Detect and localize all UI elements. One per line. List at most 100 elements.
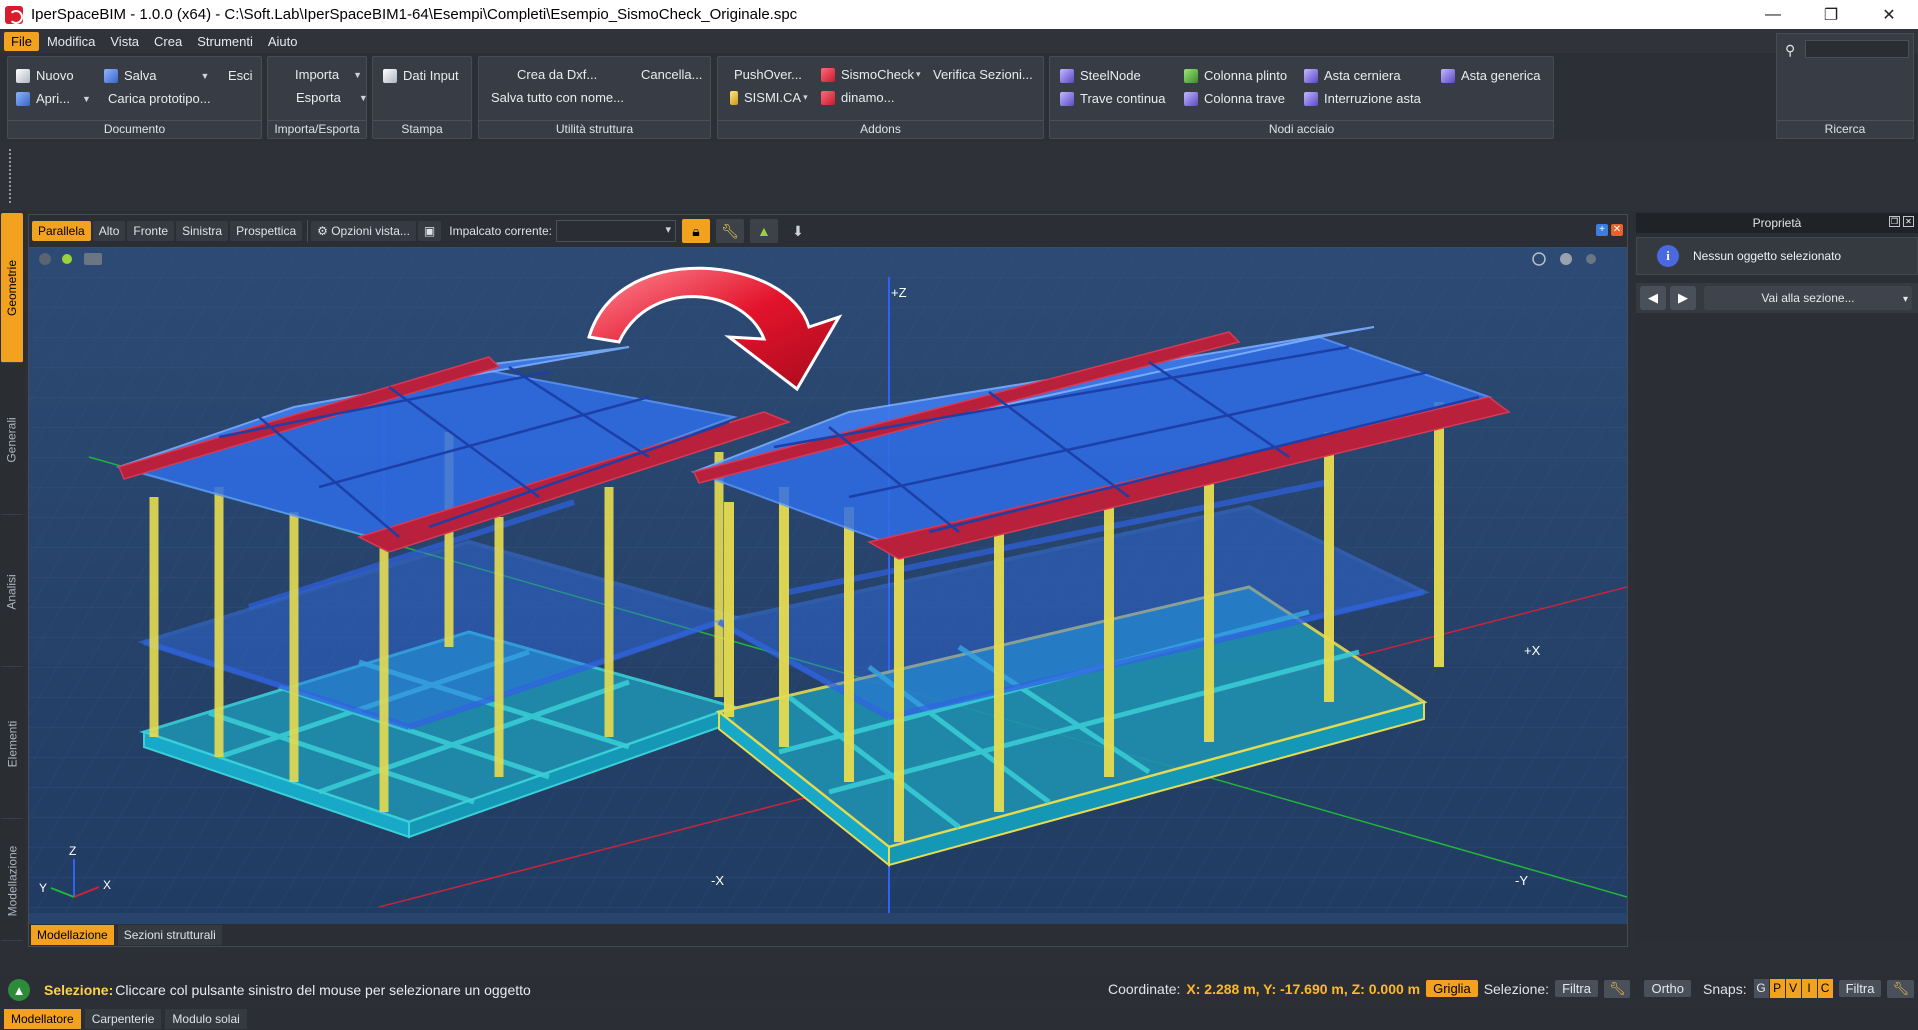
esci-button[interactable]: Esci <box>228 68 253 83</box>
ortho-button[interactable]: Ortho <box>1644 980 1691 997</box>
view-extra-button[interactable]: ▣ <box>417 221 442 241</box>
tab-generali[interactable]: Generali <box>1 365 23 515</box>
coordinate-label: Coordinate: <box>1108 980 1181 997</box>
mode-carpenterie[interactable]: Carpenterie <box>84 1008 162 1029</box>
orbit-view-icon[interactable] <box>1560 253 1572 265</box>
level-up-icon[interactable]: ▲ <box>749 219 778 243</box>
menu-aiuto[interactable]: Aiuto <box>261 32 305 51</box>
maximize-button[interactable]: ❐ <box>1802 0 1860 29</box>
tab-modellazione[interactable]: Modellazione <box>1 821 23 941</box>
zoom-view-icon[interactable] <box>1586 254 1596 264</box>
lock-icon[interactable]: 🔒︎ <box>681 219 710 243</box>
mode-modulo-solai[interactable]: Modulo solai <box>165 1008 247 1029</box>
snap-p-toggle[interactable]: P <box>1769 979 1785 998</box>
group-title-importa-esporta: Importa/Esporta <box>268 120 366 138</box>
search-input[interactable] <box>1805 40 1909 58</box>
snap-i-toggle[interactable]: I <box>1801 979 1817 998</box>
asta-cerniera-button[interactable]: Asta cerniera <box>1304 68 1401 83</box>
back-arrow-icon[interactable]: ◀ <box>1640 286 1666 310</box>
cancella-button[interactable]: Cancella... <box>641 67 702 82</box>
trave-continua-button[interactable]: Trave continua <box>1060 91 1166 106</box>
toolbar-grip[interactable] <box>8 148 12 204</box>
tab-analisi[interactable]: Analisi <box>1 517 23 667</box>
view-alto-button[interactable]: Alto <box>92 221 126 241</box>
griglia-button[interactable]: Griglia <box>1426 980 1478 997</box>
add-view-icon[interactable]: + <box>1596 224 1608 236</box>
close-panel-icon[interactable]: ✕ <box>1903 216 1914 227</box>
impalcato-label: Impalcato corrente: <box>449 224 552 238</box>
salva-tutto-button[interactable]: Salva tutto con nome... <box>491 90 624 105</box>
close-button[interactable]: ✕ <box>1860 0 1918 29</box>
opzioni-vista-button[interactable]: ⚙ Opzioni vista... <box>311 221 416 241</box>
colonna-plinto-button[interactable]: Colonna plinto <box>1184 68 1287 83</box>
salva-button[interactable]: Salva ▼ <box>104 68 209 83</box>
mode-modellatore[interactable]: Modellatore <box>4 1008 81 1029</box>
asta-generica-button[interactable]: Asta generica <box>1441 68 1541 83</box>
sismocheck-button[interactable]: SismoCheck ▾ <box>821 67 921 82</box>
menu-file[interactable]: File <box>4 31 39 51</box>
esporta-button[interactable]: Esporta ▼ <box>296 90 368 105</box>
colonna-trave-label: Colonna trave <box>1204 91 1285 106</box>
snap-c-toggle[interactable]: C <box>1817 979 1833 998</box>
importa-label: Importa <box>295 67 340 82</box>
forward-arrow-icon[interactable]: ▶ <box>1670 286 1696 310</box>
dati-input-button[interactable]: Dati Input <box>383 68 459 83</box>
float-panel-icon[interactable]: ❐ <box>1889 216 1900 227</box>
apri-button[interactable]: Apri... ▼ <box>16 91 91 106</box>
apri-dropdown-icon[interactable]: ▼ <box>82 94 91 104</box>
view-parallela-button[interactable]: Parallela <box>32 221 91 241</box>
dinamo-button[interactable]: dinamo... <box>821 90 894 105</box>
status-right-area: Coordinate: X: 2.288 m, Y: -17.690 m, Z:… <box>1108 979 1914 998</box>
menu-strumenti[interactable]: Strumenti <box>190 32 260 51</box>
salva-dropdown-icon[interactable]: ▼ <box>201 71 210 81</box>
snap-g-toggle[interactable]: G <box>1753 979 1769 998</box>
tab-geometrie[interactable]: Geometrie <box>1 213 23 363</box>
filtra-button[interactable]: Filtra <box>1555 980 1598 997</box>
selection-info: i Nessun oggetto selezionato <box>1636 237 1918 275</box>
structural-model-scene[interactable]: +Z +X -X -Y Z Y X <box>29 247 1627 913</box>
tab-elementi[interactable]: Elementi <box>1 669 23 819</box>
menu-modifica[interactable]: Modifica <box>40 32 102 51</box>
dati-input-label: Dati Input <box>403 68 459 83</box>
interruzione-asta-button[interactable]: Interruzione asta <box>1304 91 1421 106</box>
minimize-button[interactable]: — <box>1744 0 1802 29</box>
pushover-button[interactable]: PushOver... <box>734 67 802 82</box>
vai-alla-sezione-button[interactable]: Vai alla sezione... <box>1704 286 1912 312</box>
snap-settings-icon[interactable]: 🔧︎ <box>1887 979 1914 998</box>
colonna-trave-button[interactable]: Colonna trave <box>1184 91 1285 106</box>
view-prospettica-button[interactable]: Prospettica <box>230 221 303 241</box>
view-fronte-button[interactable]: Fronte <box>127 221 175 241</box>
wrench-icon[interactable]: 🔧︎ <box>715 219 744 243</box>
close-view-icon[interactable]: ✕ <box>1611 224 1623 236</box>
filter-settings-icon[interactable]: 🔧︎ <box>1603 979 1631 998</box>
menu-crea[interactable]: Crea <box>147 32 189 51</box>
snap-filtra-button[interactable]: Filtra <box>1838 980 1882 997</box>
verifica-sezioni-button[interactable]: Verifica Sezioni... <box>933 67 1033 82</box>
group-importa-esporta: Importa ▼ Esporta ▼ Importa/Esporta <box>267 56 368 139</box>
tab-sezioni-strutturali[interactable]: Sezioni strutturali <box>117 925 222 945</box>
sismica-label: SISMI.CA <box>744 90 802 105</box>
status-selection-text: Cliccare col pulsante sinistro del mouse… <box>115 982 531 998</box>
level-down-icon[interactable]: ⬇ <box>784 219 812 243</box>
view-sinistra-button[interactable]: Sinistra <box>176 221 229 241</box>
crea-da-dxf-button[interactable]: Crea da Dxf... <box>517 67 597 82</box>
zoom-tool-icon[interactable] <box>39 253 51 265</box>
status-bar: ▲ Selezione: Cliccare col pulsante sinis… <box>0 975 1918 1005</box>
snap-v-toggle[interactable]: V <box>1785 979 1801 998</box>
app-logo-icon <box>5 5 23 24</box>
steelnode-button[interactable]: SteelNode <box>1060 68 1141 83</box>
menu-vista[interactable]: Vista <box>103 32 146 51</box>
window-title: IperSpaceBIM - 1.0.0 (x64) - C:\Soft.Lab… <box>31 6 798 23</box>
steelnode-icon <box>1060 68 1074 83</box>
sismica-button[interactable]: SISMI.CA ▾ <box>730 90 808 105</box>
impalcato-select[interactable] <box>555 220 676 242</box>
nuovo-button[interactable]: Nuovo <box>16 68 74 83</box>
triad-x-label: X <box>103 878 111 892</box>
carica-prototipo-button[interactable]: Carica prototipo... <box>108 91 211 106</box>
camera-tool-icon[interactable] <box>84 253 102 265</box>
importa-button[interactable]: Importa ▼ <box>295 67 362 82</box>
pan-tool-icon[interactable] <box>62 254 72 264</box>
group-title-addons: Addons <box>718 120 1043 138</box>
tab-geometrie-label: Geometrie <box>5 259 19 316</box>
tab-modellazione-view[interactable]: Modellazione <box>31 925 114 945</box>
